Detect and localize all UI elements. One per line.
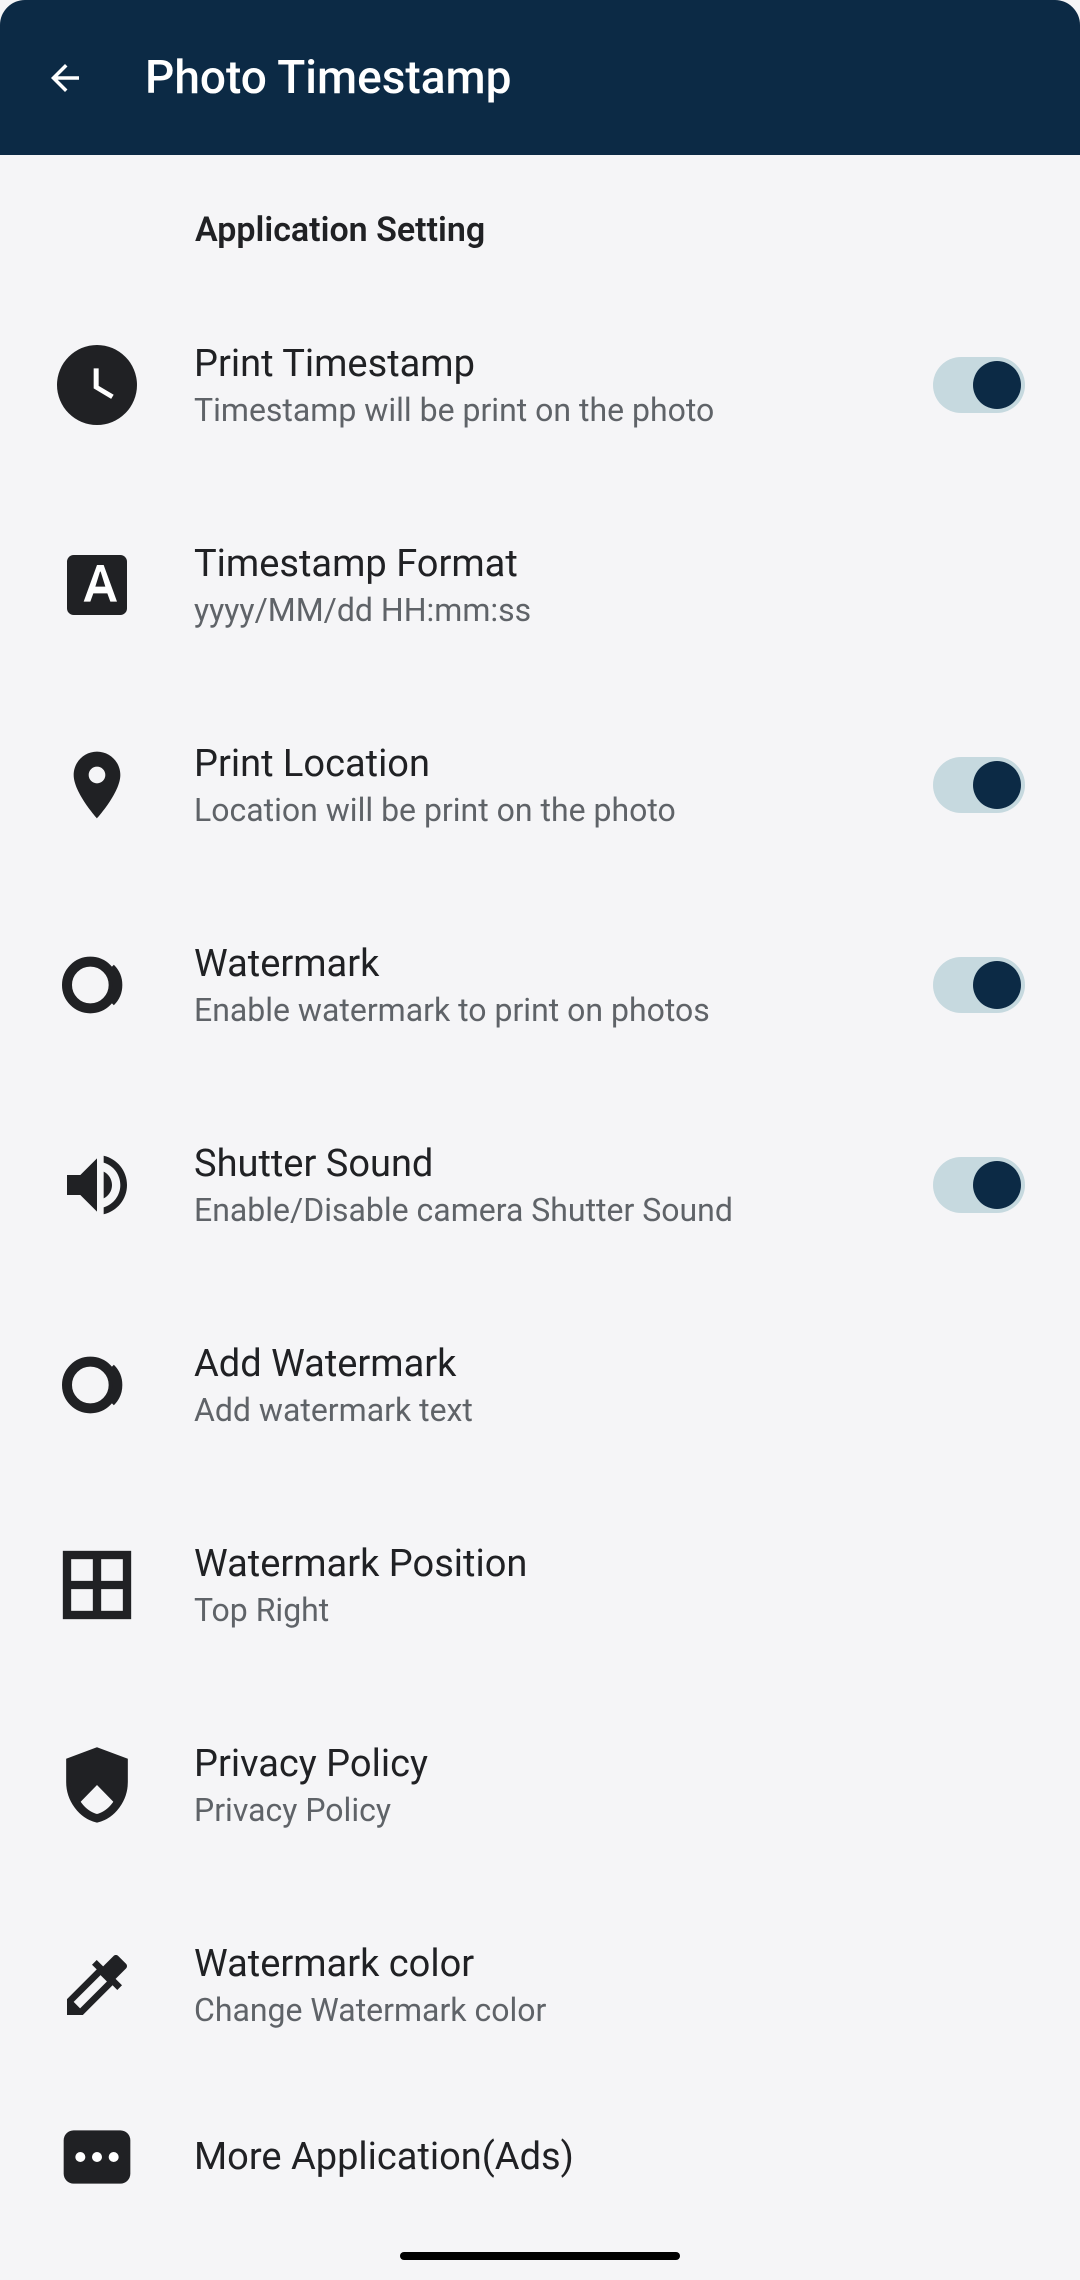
back-button[interactable] xyxy=(40,53,90,103)
setting-subtitle: Top Right xyxy=(194,1591,1025,1629)
setting-print-timestamp[interactable]: Print Timestamp Timestamp will be print … xyxy=(0,285,1080,485)
setting-title: Watermark xyxy=(194,942,933,986)
setting-title: Timestamp Format xyxy=(194,542,1025,586)
shield-icon xyxy=(55,1743,139,1827)
setting-text: Print Timestamp Timestamp will be print … xyxy=(194,342,933,429)
setting-title: Add Watermark xyxy=(194,1342,1025,1386)
back-arrow-icon xyxy=(44,57,86,99)
toggle-thumb xyxy=(973,961,1021,1009)
setting-title: Print Location xyxy=(194,742,933,786)
text-format-icon xyxy=(55,543,139,627)
location-pin-icon xyxy=(55,743,139,827)
volume-icon xyxy=(55,1143,139,1227)
setting-text: Shutter Sound Enable/Disable camera Shut… xyxy=(194,1142,933,1229)
setting-text: Watermark Enable watermark to print on p… xyxy=(194,942,933,1029)
setting-subtitle: Location will be print on the photo xyxy=(194,791,933,829)
setting-watermark-position[interactable]: Watermark Position Top Right xyxy=(0,1485,1080,1685)
toggle-print-timestamp[interactable] xyxy=(933,357,1025,413)
setting-subtitle: Privacy Policy xyxy=(194,1791,1025,1829)
setting-subtitle: Change Watermark color xyxy=(194,1991,1025,2029)
setting-text: More Application(Ads) xyxy=(194,2135,1025,2179)
setting-title: Shutter Sound xyxy=(194,1142,933,1186)
setting-subtitle: Enable watermark to print on photos xyxy=(194,991,933,1029)
setting-title: Watermark color xyxy=(194,1942,1025,1986)
page-title: Photo Timestamp xyxy=(145,51,511,105)
setting-subtitle: Enable/Disable camera Shutter Sound xyxy=(194,1191,933,1229)
more-icon xyxy=(55,2115,139,2199)
settings-content: Application Setting Print Timestamp Time… xyxy=(0,155,1080,2229)
setting-watermark-color[interactable]: Watermark color Change Watermark color xyxy=(0,1885,1080,2085)
setting-text: Add Watermark Add watermark text xyxy=(194,1342,1025,1429)
setting-text: Print Location Location will be print on… xyxy=(194,742,933,829)
setting-title: Privacy Policy xyxy=(194,1742,1025,1786)
setting-subtitle: Timestamp will be print on the photo xyxy=(194,391,933,429)
setting-title: Print Timestamp xyxy=(194,342,933,386)
home-indicator[interactable] xyxy=(400,2252,680,2260)
setting-text: Watermark color Change Watermark color xyxy=(194,1942,1025,2029)
setting-privacy-policy[interactable]: Privacy Policy Privacy Policy xyxy=(0,1685,1080,1885)
grid-icon xyxy=(55,1543,139,1627)
section-header: Application Setting xyxy=(0,155,1080,285)
eyedropper-icon xyxy=(55,1943,139,2027)
setting-watermark[interactable]: Watermark Enable watermark to print on p… xyxy=(0,885,1080,1085)
setting-text: Timestamp Format yyyy/MM/dd HH:mm:ss xyxy=(194,542,1025,629)
setting-text: Watermark Position Top Right xyxy=(194,1542,1025,1629)
setting-add-watermark[interactable]: Add Watermark Add watermark text xyxy=(0,1285,1080,1485)
setting-subtitle: Add watermark text xyxy=(194,1391,1025,1429)
setting-print-location[interactable]: Print Location Location will be print on… xyxy=(0,685,1080,885)
setting-title: Watermark Position xyxy=(194,1542,1025,1586)
toggle-thumb xyxy=(973,361,1021,409)
setting-text: Privacy Policy Privacy Policy xyxy=(194,1742,1025,1829)
toggle-watermark[interactable] xyxy=(933,957,1025,1013)
setting-more-apps[interactable]: More Application(Ads) xyxy=(0,2085,1080,2229)
toggle-shutter-sound[interactable] xyxy=(933,1157,1025,1213)
setting-subtitle: yyyy/MM/dd HH:mm:ss xyxy=(194,591,1025,629)
toggle-print-location[interactable] xyxy=(933,757,1025,813)
setting-title: More Application(Ads) xyxy=(194,2135,1025,2179)
setting-timestamp-format[interactable]: Timestamp Format yyyy/MM/dd HH:mm:ss xyxy=(0,485,1080,685)
header: Photo Timestamp xyxy=(0,0,1080,155)
watermark-icon xyxy=(55,1343,139,1427)
clock-icon xyxy=(55,343,139,427)
setting-shutter-sound[interactable]: Shutter Sound Enable/Disable camera Shut… xyxy=(0,1085,1080,1285)
toggle-thumb xyxy=(973,1161,1021,1209)
watermark-icon xyxy=(55,943,139,1027)
toggle-thumb xyxy=(973,761,1021,809)
